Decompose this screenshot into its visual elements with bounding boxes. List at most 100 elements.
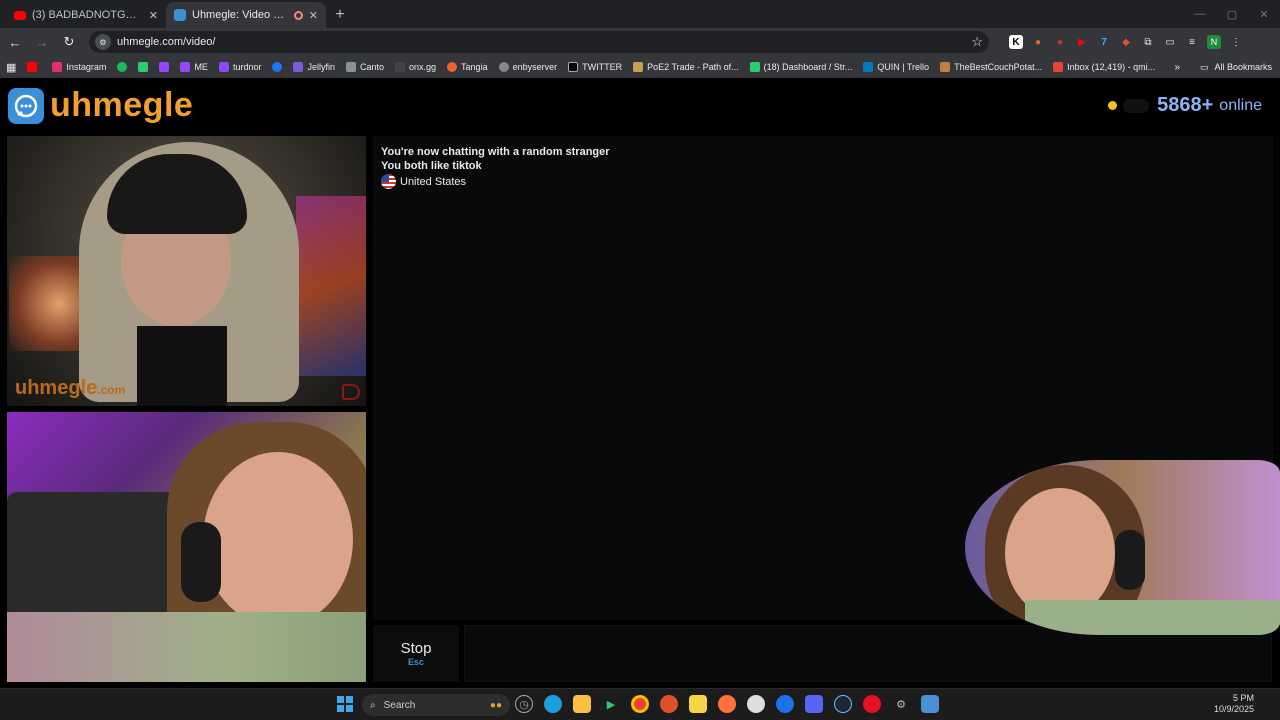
site-logo[interactable]: uhmegle [8,86,193,125]
profile-avatar-icon[interactable]: N [1207,35,1221,49]
bookmark-dashboard[interactable]: (18) Dashboard / Str... [749,62,852,72]
twitch-icon [180,62,191,72]
tab-youtube[interactable]: (3) BADBADNOTGOOD - Playgr ✕ [6,2,166,28]
bookmark-onx[interactable]: onx.gg [395,62,436,72]
bookmark-twitter[interactable]: TWITTER [568,62,622,72]
theme-toggle[interactable] [1123,98,1150,113]
bookmark-poe2-trade[interactable]: PoE2 Trade - Path of... [633,62,739,72]
green-app-icon [138,62,149,72]
recording-icon [293,10,303,20]
sticky-notes-icon[interactable] [689,695,707,713]
bookmark-turdnor[interactable]: turdnor [218,62,261,72]
edge-icon[interactable] [544,695,562,713]
online-label: online [1219,96,1262,114]
apps-grid-icon[interactable]: ▦ [6,61,16,74]
tag-extension-icon[interactable]: ◆ [1119,35,1133,49]
bookmark-youtube[interactable] [27,62,41,72]
tangia-icon [447,62,458,72]
play-icon[interactable]: ▶ [602,695,620,713]
spotify-icon [117,62,128,72]
bookmark-enbyserver[interactable]: enbyserver [498,62,557,72]
all-bookmarks-label: All Bookmarks [1214,62,1272,72]
windows-start-icon[interactable] [337,696,353,712]
menu-kebab-icon[interactable]: ⋮ [1229,35,1243,49]
task-view-icon[interactable]: ◷ [515,695,533,713]
bookmark-instagram[interactable]: Instagram [52,62,106,72]
mail-icon[interactable] [776,695,794,713]
split-view-icon[interactable]: ▭ [1163,35,1177,49]
red-app-icon[interactable] [863,695,881,713]
pip-self-view[interactable] [965,460,1280,635]
bookmark-jellyfin[interactable]: Jellyfin [293,62,335,72]
reload-icon[interactable]: ↻ [57,30,81,54]
red-extension-icon[interactable]: ● [1053,35,1067,49]
media-controls-icon[interactable]: ≡ [1185,35,1199,49]
dashboard-icon [749,62,760,72]
xbox-icon[interactable] [747,695,765,713]
report-flag-icon[interactable] [342,384,360,400]
bookmark-canto[interactable]: Canto [345,62,384,72]
windows-taskbar: ⌕ Search ●● ◷ ▶ ⚙ 5 PM 10/9/2025 [0,688,1280,720]
bookmark-me[interactable]: ME [180,62,208,72]
minimize-button[interactable]: — [1184,0,1216,28]
twitch-icon [159,62,170,72]
instagram-icon [52,62,63,72]
logo-text: uhmegle [50,86,194,124]
status-dot-icon [1108,101,1118,110]
all-bookmarks-button[interactable]: ▭ All Bookmarks [1200,56,1272,78]
new-tab-button[interactable]: + [326,2,354,28]
stop-button[interactable]: Stop Esc [373,625,459,682]
more-bookmarks-chevron-icon[interactable]: » [1174,56,1180,78]
youtube-extension-icon[interactable]: ▶ [1075,35,1089,49]
basketball-icon[interactable] [660,695,678,713]
chrome-icon[interactable] [631,695,649,713]
pip-headphones [1115,530,1145,590]
online-count: 5868+ [1157,94,1214,116]
puzzle-extensions-icon[interactable]: ⧉ [1141,35,1155,49]
common-interest-message: You both like tiktok [381,160,482,172]
bookmark-green-app[interactable] [138,62,149,72]
notepad-icon[interactable] [921,695,939,713]
taskbar-search[interactable]: ⌕ Search ●● [362,694,510,716]
youtube-icon [27,62,38,72]
bookmark-facebook[interactable] [272,62,283,72]
restore-button[interactable]: ▢ [1216,0,1248,28]
stranger-video: uhmegle.com [7,136,366,406]
tab-uhmegle[interactable]: Uhmegle: Video Chat | Ome ✕ [166,2,326,28]
close-window-button[interactable]: ✕ [1248,0,1280,28]
settings-gear-icon[interactable]: ⚙ [892,695,910,713]
tab-strip: (3) BADBADNOTGOOD - Playgr ✕ Uhmegle: Vi… [0,0,1280,28]
bookmark-couch-potato[interactable]: TheBestCouchPotat... [940,62,1042,72]
browser-toolbar: ← → ↻ ⚙ uhmegle.com/video/ ☆ K ● ● ▶ 7 ◆… [0,28,1280,56]
headphones [181,522,221,602]
us-flag-icon [381,174,396,189]
seven-tv-extension-icon[interactable]: 7 [1097,35,1111,49]
close-tab-icon[interactable]: ✕ [309,9,318,22]
steam-icon[interactable] [834,695,852,713]
k-extension-icon[interactable]: K [1009,35,1023,49]
bookmark-star-icon[interactable]: ☆ [971,34,983,50]
bookmark-trello[interactable]: QUIN | Trello [863,62,929,72]
x-icon [568,62,579,72]
fox-extension-icon[interactable]: ● [1031,35,1045,49]
firefox-icon[interactable] [718,695,736,713]
forward-arrow-icon[interactable]: → [30,30,54,54]
burger-icon [940,62,951,72]
bookmark-twitch[interactable] [159,62,170,72]
address-bar[interactable]: ⚙ uhmegle.com/video/ ☆ [89,31,989,53]
bookmark-spotify[interactable] [117,62,128,72]
system-clock[interactable]: 5 PM 10/9/2025 [1214,693,1254,715]
discord-icon[interactable] [805,695,823,713]
site-info-icon[interactable]: ⚙ [95,34,111,50]
back-arrow-icon[interactable]: ← [3,30,27,54]
folder-icon: ▭ [1199,61,1209,72]
close-tab-icon[interactable]: ✕ [149,9,158,22]
tab-title: (3) BADBADNOTGOOD - Playgr [32,9,143,21]
url-text[interactable]: uhmegle.com/video/ [117,36,971,48]
self-video [7,412,366,682]
bookmark-tangia[interactable]: Tangia [447,62,488,72]
bookmark-inbox[interactable]: Inbox (12,419) - qmi... [1053,62,1155,72]
file-explorer-icon[interactable] [573,695,591,713]
pip-face [1005,488,1115,618]
jellyfin-icon [293,62,304,72]
